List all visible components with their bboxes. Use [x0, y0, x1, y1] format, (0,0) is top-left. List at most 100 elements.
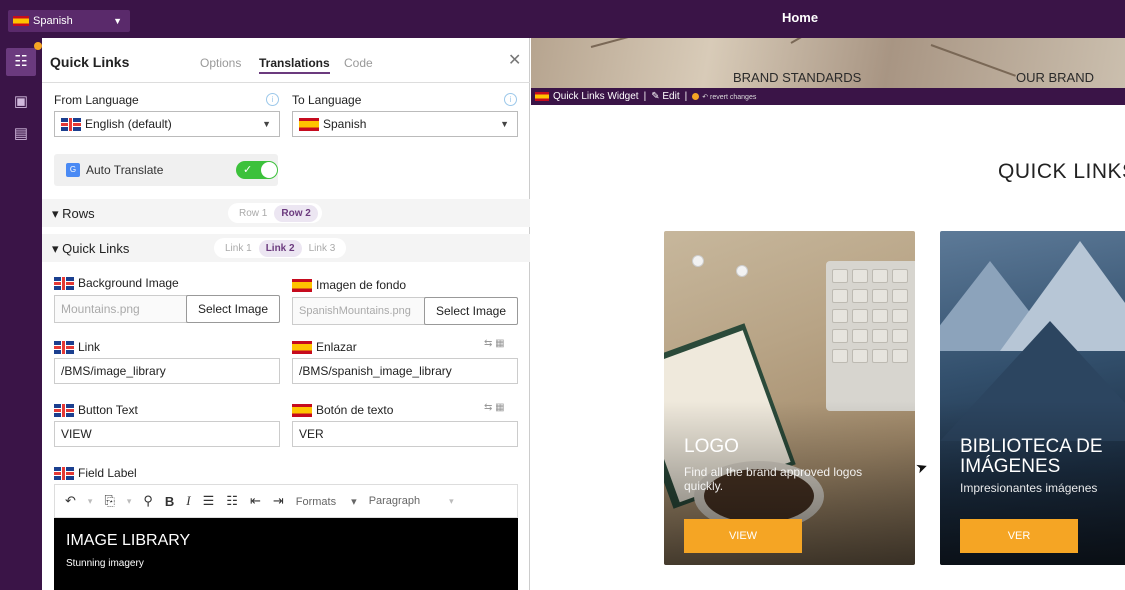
panel-title: Quick Links [50, 54, 130, 70]
unsaved-dot [692, 93, 700, 100]
undo-icon[interactable]: ↶ [65, 493, 76, 509]
quick-links-section[interactable]: ▾ Quick Links Link 1 Link 2 Link 3 [42, 234, 530, 262]
spain-flag-icon [13, 16, 29, 26]
to-language-select[interactable]: Spanish ▼ [292, 111, 518, 137]
button-text-label-text: Button Text [78, 403, 138, 417]
edit-button[interactable]: ✎ Edit [651, 91, 679, 102]
quick-links-panel: Quick Links Options Translations Code ✕ … [42, 38, 530, 590]
notification-dot [34, 42, 42, 50]
close-icon[interactable]: ✕ [508, 50, 521, 70]
hero-decoration [930, 44, 1016, 77]
row-selector: Row 1 Row 2 [228, 203, 322, 223]
quick-link-card[interactable]: LOGO Find all the brand approved logos q… [664, 231, 915, 565]
enlazar-label-text: Enlazar [316, 340, 357, 354]
editor-heading: IMAGE LIBRARY [66, 532, 191, 549]
translate-icon[interactable]: ⇆ ▦ [484, 338, 505, 349]
spain-flag-icon [535, 92, 549, 101]
editor-toolbar: ↶ ▾ ⎘ ▾ ⚲ B I ☰ ☷ ⇤ ⇥ Formats ▾ Paragrap… [54, 484, 518, 518]
toggle-knob [261, 162, 277, 178]
widget-name: Quick Links Widget [553, 91, 639, 102]
dropdown-icon[interactable]: ▾ [127, 496, 132, 507]
rows-section[interactable]: ▾ Rows Row 1 Row 2 [42, 199, 530, 227]
nav-our-brand[interactable]: OUR BRAND [1016, 70, 1094, 85]
boton-de-texto-input[interactable]: VER [292, 421, 518, 447]
earbud-image [736, 265, 748, 277]
link-pill[interactable]: Link 3 [302, 240, 343, 257]
layout-icon[interactable]: ▣ [11, 92, 31, 112]
rows-section-label: Rows [62, 206, 95, 221]
page-title: Home [781, 10, 819, 25]
rows-section-title: ▾ Rows [52, 206, 95, 221]
background-image-input[interactable]: Mountains.png [54, 295, 188, 323]
find-icon[interactable]: ⚲ [143, 493, 153, 509]
caret-down-icon: ▼ [262, 119, 271, 129]
link-selector: Link 1 Link 2 Link 3 [214, 238, 347, 258]
outdent-icon[interactable]: ⇤ [250, 493, 261, 509]
row-pill[interactable]: Row 1 [232, 205, 274, 222]
page-preview: BRAND STANDARDS OUR BRAND Quick Links Wi… [531, 38, 1125, 590]
language-dropdown-label: Spanish [33, 15, 73, 27]
button-text-input[interactable]: VIEW [54, 421, 280, 447]
background-image-label-text: Background Image [78, 276, 179, 290]
top-bar: Spanish ▼ Home [0, 0, 1125, 38]
auto-translate-toggle[interactable]: ✓ [236, 161, 278, 179]
enlazar-label: Enlazar [292, 340, 357, 354]
quick-link-card[interactable]: BIBLIOTECA DE IMÁGENES Impresionantes im… [940, 231, 1125, 565]
tab-translations[interactable]: Translations [259, 56, 330, 74]
quick-links-section-title: ▾ Quick Links [52, 241, 130, 256]
revert-changes-button[interactable]: ↶ revert changes [702, 93, 756, 101]
nav-brand-standards[interactable]: BRAND STANDARDS [733, 70, 861, 85]
enlazar-input[interactable]: /BMS/spanish_image_library [292, 358, 518, 384]
tab-options[interactable]: Options [200, 56, 241, 70]
info-icon[interactable]: i [266, 93, 279, 106]
paragraph-label: Paragraph [368, 495, 421, 507]
info-icon[interactable]: i [504, 93, 517, 106]
paragraph-dropdown[interactable]: Paragraph ▾ [369, 495, 466, 507]
spain-flag-icon [299, 117, 319, 131]
imagen-de-fondo-input[interactable]: SpanishMountains.png [292, 297, 426, 325]
spain-flag-icon [292, 340, 312, 354]
select-image-button[interactable]: Select Image [186, 295, 280, 323]
boton-de-texto-label-text: Botón de texto [316, 403, 394, 417]
dropdown-icon[interactable]: ▾ [88, 496, 93, 507]
imagen-de-fondo-label-text: Imagen de fondo [316, 278, 407, 292]
button-text-label: Button Text [54, 403, 138, 417]
from-language-value: English (default) [85, 117, 172, 131]
row-pill-active[interactable]: Row 2 [274, 204, 318, 222]
card-title: LOGO [684, 436, 739, 457]
field-label-label: Field Label [54, 466, 137, 480]
link-input[interactable]: /BMS/image_library [54, 358, 280, 384]
paste-icon[interactable]: ⎘ [104, 493, 114, 509]
revert-label: revert changes [710, 93, 757, 101]
card-title: BIBLIOTECA DE IMÁGENES [960, 436, 1103, 477]
bullet-list-icon[interactable]: ☰ [203, 493, 215, 509]
link-pill[interactable]: Link 1 [218, 240, 259, 257]
select-image-es-button[interactable]: Select Image [424, 297, 518, 325]
edit-label: Edit [662, 91, 680, 102]
rich-text-editor[interactable]: IMAGE LIBRARY Stunning imagery [54, 518, 518, 590]
pages-icon[interactable]: ▤ [11, 124, 31, 144]
earbud-image [692, 255, 704, 267]
panel-header: Quick Links Options Translations Code ✕ [42, 38, 530, 83]
uk-flag-icon [54, 276, 74, 290]
uk-flag-icon [54, 403, 74, 417]
bold-icon[interactable]: B [165, 494, 174, 509]
auto-translate-label: Auto Translate [86, 163, 164, 177]
italic-icon[interactable]: I [186, 493, 190, 509]
check-icon: ✓ [243, 164, 253, 176]
translate-icon[interactable]: ⇆ ▦ [484, 402, 505, 413]
language-dropdown[interactable]: Spanish ▼ [8, 10, 130, 32]
from-language-select[interactable]: English (default) ▼ [54, 111, 280, 137]
card-description: Impresionantes imágenes [960, 481, 1098, 495]
widget-editor-icon[interactable]: ☷ [6, 48, 36, 76]
tab-code[interactable]: Code [344, 56, 373, 70]
link-pill-active[interactable]: Link 2 [258, 239, 302, 257]
card-view-button[interactable]: VIEW [684, 519, 802, 553]
card-view-button[interactable]: VER [960, 519, 1078, 553]
indent-icon[interactable]: ⇥ [273, 493, 284, 509]
numbered-list-icon[interactable]: ☷ [226, 493, 238, 509]
boton-de-texto-label: Botón de texto [292, 403, 393, 417]
keyboard-image [826, 261, 915, 411]
field-label-label-text: Field Label [78, 466, 137, 480]
formats-dropdown[interactable]: Formats ▾ [296, 495, 357, 508]
